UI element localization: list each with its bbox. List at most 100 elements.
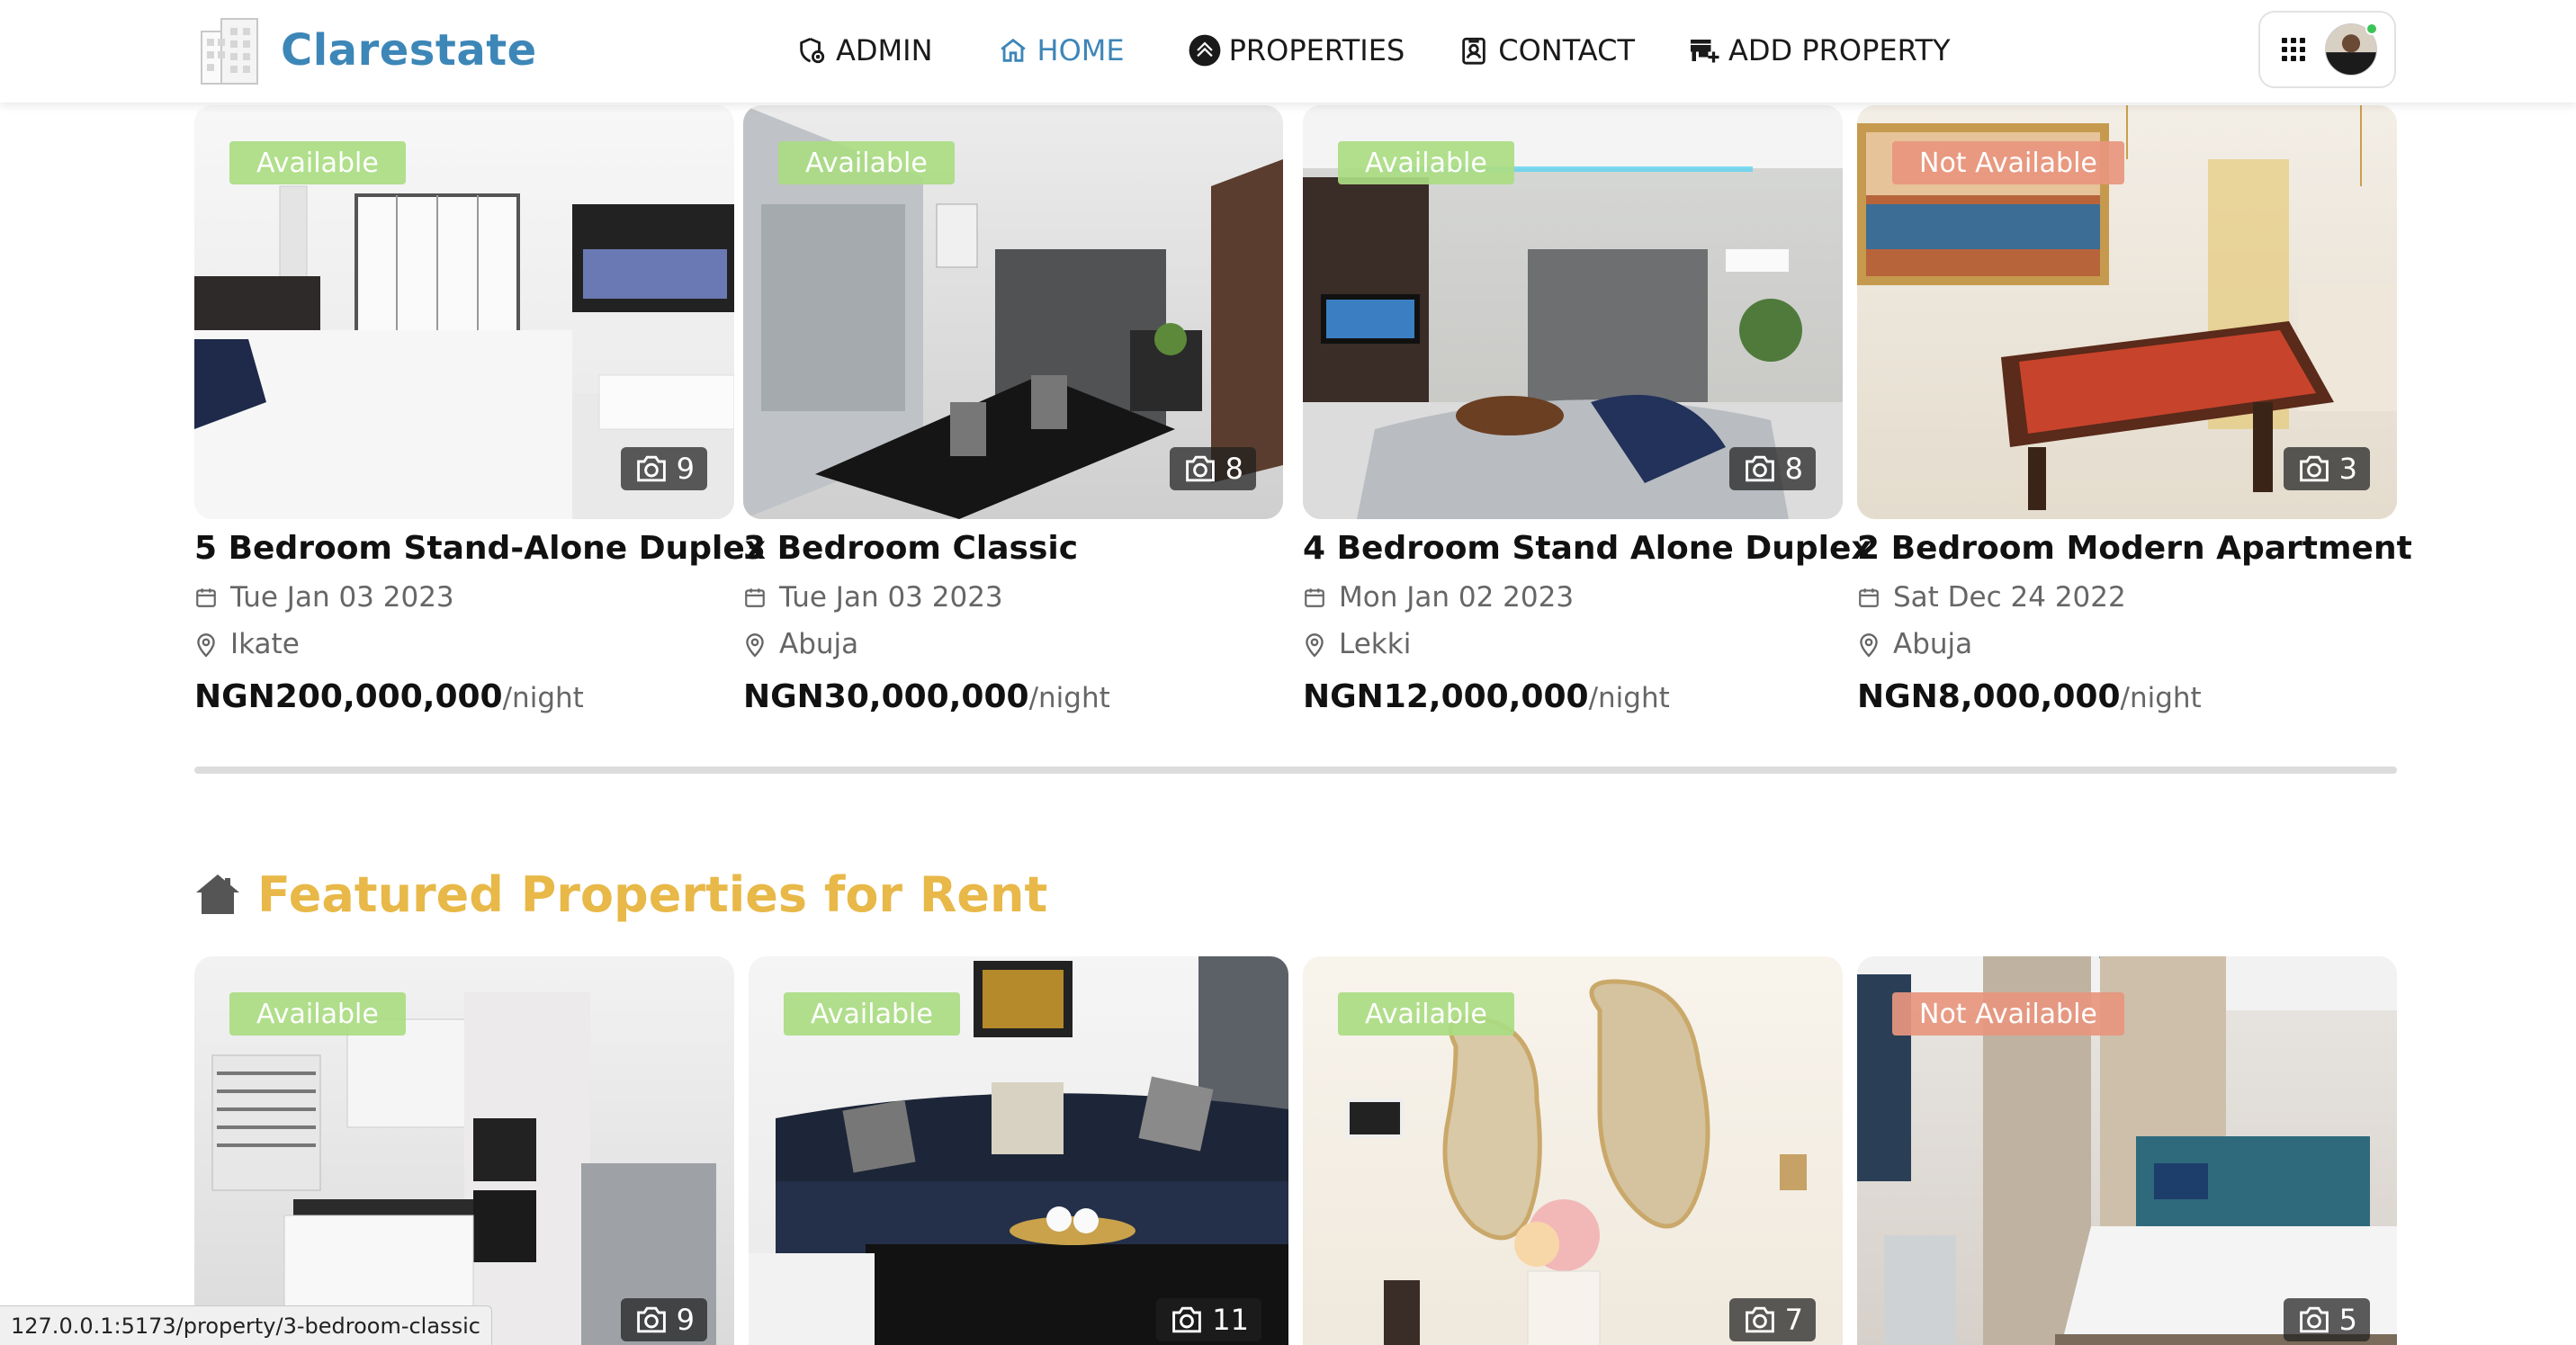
price-unit: /night [1588,682,1670,714]
location-pin-icon [1306,633,1324,658]
camera-icon [1745,1306,1774,1333]
property-image[interactable]: Available 8 [743,105,1283,519]
nav-contact-label: CONTACT [1498,33,1635,67]
price-value: NGN12,000,000 [1303,678,1589,715]
property-image[interactable]: Available 9 [194,105,734,519]
nav-admin-label: ADMIN [836,33,933,67]
nav-properties-label: PROPERTIES [1228,33,1405,67]
photo-count[interactable]: 7 [1728,1298,1816,1341]
properties-icon [1188,33,1222,67]
property-image[interactable]: Available 11 [749,956,1288,1345]
link-status-bar: 127.0.0.1:5173/property/3-bedroom-classi… [0,1305,492,1345]
nav-add-property-label: ADD PROPERTY [1728,33,1951,67]
photo-count[interactable]: 11 [1156,1298,1261,1341]
featured-property-card[interactable]: Not Available 5 [1857,956,2397,1345]
price-value: NGN30,000,000 [743,678,1029,715]
price-value: NGN8,000,000 [1857,678,2121,715]
featured-property-card[interactable]: Available 11 [749,956,1288,1345]
featured-property-card[interactable]: Available 7 [1303,956,1843,1345]
property-card[interactable]: Not Available 3 2 Bedroom Modern Apartme… [1857,105,2412,715]
status-badge: Available [229,141,406,184]
property-image[interactable]: Not Available 5 [1857,956,2397,1345]
property-date: Tue Jan 03 2023 [194,581,734,614]
online-indicator [2365,22,2378,35]
property-date: Sat Dec 24 2022 [1857,581,2397,614]
property-date: Tue Jan 03 2023 [743,581,1283,614]
brand[interactable]: Clarestate [194,7,537,94]
camera-icon [1745,455,1774,482]
nav-contact[interactable]: CONTACT [1457,33,1635,67]
location-pin-icon [1860,633,1878,658]
property-card[interactable]: Available 8 3 Bedroom Classic Tue Jan 03… [743,105,1283,715]
property-image[interactable]: Not Available 3 [1857,105,2397,519]
camera-icon [1172,1306,1202,1333]
photo-count-value: 3 [2338,452,2357,486]
status-badge: Available [778,141,955,184]
status-badge: Available [784,992,960,1036]
photo-count[interactable]: 8 [1169,447,1256,490]
photo-count[interactable]: 5 [2283,1298,2370,1341]
add-store-icon [1687,33,1721,67]
property-image[interactable]: Available 8 [1303,105,1843,519]
property-location: Ikate [194,628,734,660]
building-logo-icon [201,18,258,85]
price-value: NGN200,000,000 [194,678,503,715]
top-navbar: Clarestate ADMIN HOME PROPERTIES CONTACT… [0,0,2576,103]
home-icon [996,33,1030,67]
property-location-text: Abuja [1893,628,1973,660]
status-badge: Available [1338,141,1514,184]
property-location-text: Abuja [779,628,859,660]
photo-count[interactable]: 8 [1728,447,1816,490]
price-unit: /night [1028,682,1110,714]
photo-count-value: 9 [676,452,695,486]
property-price: NGN30,000,000/night [743,678,1283,715]
user-avatar[interactable] [2325,22,2378,76]
price-unit: /night [502,682,584,714]
main-nav: ADMIN HOME PROPERTIES CONTACT ADD PROPER… [794,25,1951,76]
property-card[interactable]: Available 9 5 Bedroom Stand-Alone Duplex… [194,105,766,715]
admin-shield-icon [794,33,829,67]
photo-count[interactable]: 9 [620,447,707,490]
property-date-text: Mon Jan 02 2023 [1339,581,1575,614]
photo-count-value: 8 [1225,452,1243,486]
nav-add-property[interactable]: ADD PROPERTY [1687,33,1951,67]
property-price: NGN8,000,000/night [1857,678,2397,715]
calendar-icon [196,588,216,607]
status-badge: Not Available [1892,992,2124,1036]
property-location: Abuja [1857,628,2397,660]
photo-count[interactable]: 3 [2283,447,2370,490]
brand-name[interactable]: Clarestate [281,25,537,76]
house-icon [196,874,239,914]
featured-heading: Featured Properties for Rent [194,865,1047,923]
camera-icon [636,1306,666,1333]
calendar-icon [1305,588,1324,607]
property-title[interactable]: 4 Bedroom Stand Alone Duplex [1303,530,1872,567]
photo-count-value: 8 [1784,452,1803,486]
location-pin-icon [746,633,764,658]
grid-icon[interactable] [2282,38,2305,61]
nav-properties[interactable]: PROPERTIES [1188,33,1405,67]
nav-admin[interactable]: ADMIN [794,33,933,67]
user-menu[interactable] [2258,11,2396,88]
property-location: Lekki [1303,628,1843,660]
location-pin-icon [197,633,215,658]
property-date: Mon Jan 02 2023 [1303,581,1843,614]
property-image[interactable]: Available 9 [194,956,734,1345]
property-card[interactable]: Available 8 4 Bedroom Stand Alone Duplex… [1303,105,1872,715]
featured-property-card[interactable]: Available 9 [194,956,734,1345]
camera-icon [2299,1306,2329,1333]
section-divider [194,767,2397,774]
nav-home[interactable]: HOME [996,33,1125,67]
property-image[interactable]: Available 7 [1303,956,1843,1345]
photo-count-value: 9 [676,1303,695,1337]
property-title[interactable]: 5 Bedroom Stand-Alone Duplex [194,530,766,567]
photo-count[interactable]: 9 [620,1298,707,1341]
calendar-icon [1859,588,1879,607]
contact-card-icon [1457,33,1491,67]
property-title[interactable]: 3 Bedroom Classic [743,530,1283,567]
property-title[interactable]: 2 Bedroom Modern Apartment [1857,530,2412,567]
property-price: NGN200,000,000/night [194,678,734,715]
camera-icon [636,455,666,482]
camera-icon [2299,455,2329,482]
status-badge: Available [229,992,406,1036]
